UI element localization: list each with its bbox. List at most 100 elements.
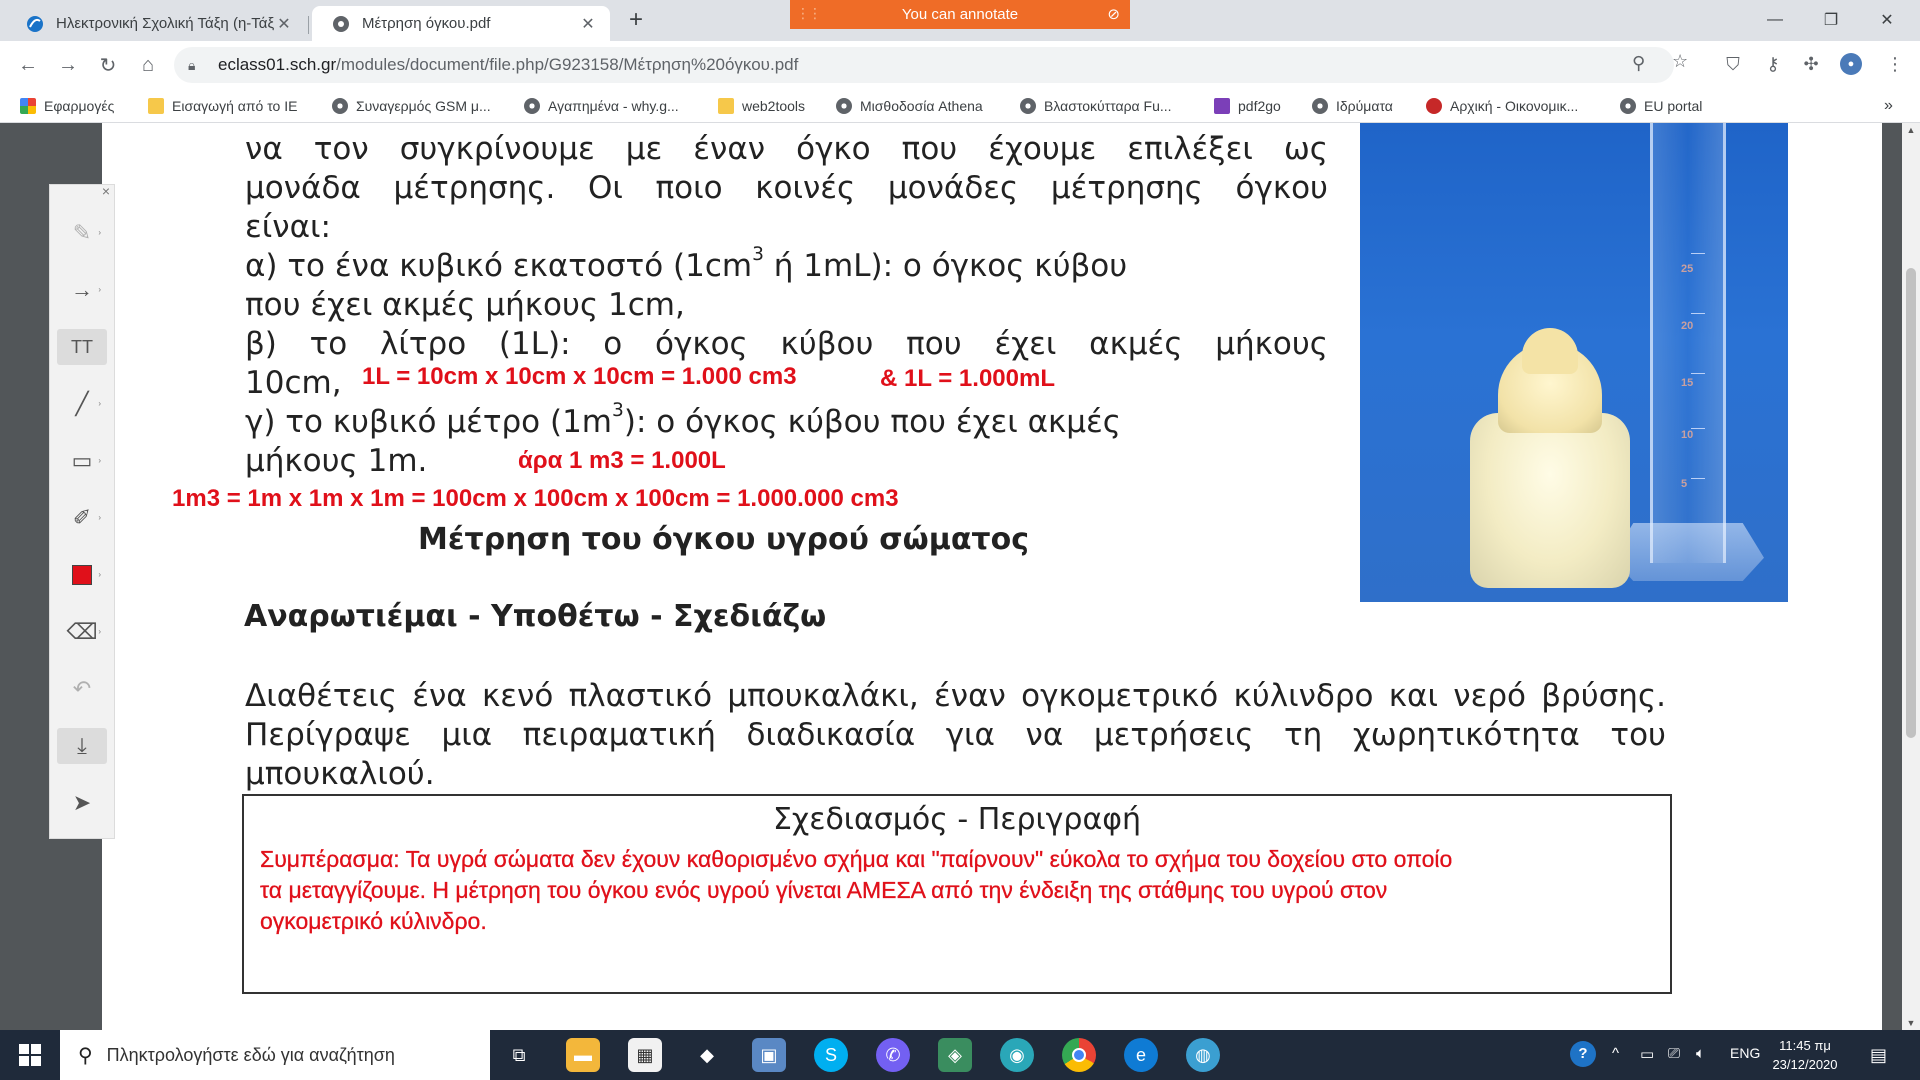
back-arrow-icon[interactable]: ←	[14, 51, 42, 79]
globe-icon	[524, 98, 540, 114]
hide-eye-icon[interactable]: ⊘	[1107, 5, 1120, 23]
home-icon[interactable]: ⌂	[134, 51, 162, 79]
undo-icon[interactable]: ↶	[57, 671, 107, 707]
new-tab-button[interactable]: +	[622, 7, 650, 35]
start-button[interactable]	[0, 1030, 60, 1080]
vertical-scrollbar[interactable]: ▲ ▼	[1902, 123, 1920, 1030]
subheading: Αναρωτιέμαι - Υποθέτω - Σχεδιάζω	[244, 599, 827, 634]
globe-icon	[836, 98, 852, 114]
drag-handle-icon[interactable]: ⋮⋮	[796, 5, 822, 22]
bookmark-apps[interactable]: Εφαρμογές	[20, 96, 114, 116]
tab-close-icon[interactable]: ✕	[578, 14, 598, 34]
tab-close-icon[interactable]: ✕	[274, 14, 294, 34]
paragraph-line: Περίγραψε μια πειραματική διαδικασία για…	[245, 717, 1666, 753]
profile-avatar[interactable]: ●	[1840, 53, 1862, 75]
app-sphere-icon[interactable]: ◉	[1000, 1038, 1034, 1072]
file-explorer-icon[interactable]: ▬	[566, 1038, 600, 1072]
tab-title: Ηλεκτρονική Σχολική Τάξη (η-Τάξη)	[56, 15, 274, 32]
folder-icon	[718, 98, 734, 114]
lock-icon[interactable]: 🔒︎	[188, 57, 208, 74]
address-bar[interactable]: 🔒︎ eclass01.sch.gr/modules/document/file…	[174, 47, 1674, 83]
reload-icon[interactable]: ↻	[94, 51, 122, 79]
restore-button[interactable]: ❐	[1808, 0, 1854, 40]
annotation-conclusion-line[interactable]: Συμπέρασμα: Τα υγρά σώματα δεν έχουν καθ…	[260, 846, 1453, 873]
minimize-button[interactable]: —	[1752, 0, 1798, 40]
bookmark-web2tools[interactable]: web2tools	[718, 96, 805, 116]
dropbox-icon[interactable]: ◆	[690, 1038, 724, 1072]
folder-icon	[148, 98, 164, 114]
app-globe-icon[interactable]: ◍	[1186, 1038, 1220, 1072]
close-window-button[interactable]: ✕	[1864, 0, 1910, 40]
scroll-down-icon[interactable]: ▼	[1906, 1018, 1916, 1028]
network-icon[interactable]: ⎚	[1668, 1045, 1680, 1062]
arrow-icon[interactable]: → ›	[57, 272, 107, 308]
bookmark-idrymata[interactable]: Ιδρύματα	[1312, 96, 1393, 116]
annotation-conclusion-line[interactable]: τα μεταγγίζουμε. Η μέτρηση του όγκου ενό…	[260, 877, 1388, 904]
notifications-icon[interactable]: ▤	[1870, 1045, 1887, 1066]
skype-icon[interactable]: S	[814, 1038, 848, 1072]
save-icon[interactable]: ⤓	[57, 728, 107, 764]
doc-line: μονάδα μέτρησης. Οι ποιο κοινές μονάδες …	[245, 170, 1328, 206]
cylinder-mark: 25	[1681, 263, 1694, 275]
bookmarks-overflow[interactable]: »	[1884, 96, 1893, 116]
scroll-thumb[interactable]	[1906, 268, 1916, 738]
plastic-bottle	[1470, 413, 1630, 588]
volume-icon[interactable]: 🔈︎	[1696, 1045, 1705, 1062]
bookmark-athena[interactable]: Μισθοδοσία Athena	[836, 96, 983, 116]
tab-pdf[interactable]: Μέτρηση όγκου.pdf ✕	[312, 6, 610, 41]
palette-close-icon[interactable]: ×	[102, 183, 110, 199]
doc-line: 10cm,	[245, 365, 342, 401]
annotation-m3-liter[interactable]: άρα 1 m3 = 1.000L	[518, 447, 726, 475]
zoom-icon[interactable]: ⚲	[1632, 53, 1645, 74]
shield-extension-icon[interactable]: ⛉	[1722, 53, 1744, 75]
viber-icon[interactable]: ✆	[876, 1038, 910, 1072]
battery-icon[interactable]: ▭	[1640, 1045, 1654, 1063]
bookmark-pdf2go[interactable]: pdf2go	[1214, 96, 1281, 116]
key-extension-icon[interactable]: ⚷	[1762, 53, 1784, 75]
store-icon[interactable]: ▦	[628, 1038, 662, 1072]
annotation-liter-ml[interactable]: & 1L = 1.000mL	[880, 365, 1055, 393]
text-tool-icon[interactable]: TT	[57, 329, 107, 365]
bookmark-star-icon[interactable]: ☆	[1672, 51, 1688, 72]
line-icon[interactable]: ╱ ›	[57, 386, 107, 422]
bookmark-gsm[interactable]: Συναγερμός GSM μ...	[332, 96, 491, 116]
pdf-viewport[interactable]: να τον συγκρίνουμε με έναν όγκο που έχου…	[0, 123, 1920, 1030]
pen-icon[interactable]: ✐ ›	[57, 500, 107, 536]
color-swatch[interactable]: ›	[57, 557, 107, 593]
clock-time: 11:45 πμ	[1779, 1038, 1831, 1053]
language-indicator[interactable]: ENG	[1730, 1045, 1760, 1061]
bookmark-oikonomika[interactable]: Αρχική - Οικονομικ...	[1426, 96, 1578, 116]
taskbar-search[interactable]: ⚲ Πληκτρολογήστε εδώ για αναζήτηση	[60, 1030, 490, 1080]
network-folder-icon[interactable]: ▣	[752, 1038, 786, 1072]
globe-icon	[333, 15, 349, 32]
pdf2go-icon	[1214, 98, 1230, 114]
pointer-icon[interactable]: ➤	[57, 785, 107, 821]
edge-icon[interactable]: e	[1124, 1038, 1158, 1072]
bookmark-eu-portal[interactable]: EU portal	[1620, 96, 1702, 116]
help-icon[interactable]: ?	[1570, 1041, 1596, 1067]
extensions-puzzle-icon[interactable]: ✣	[1800, 53, 1822, 75]
doc-line: που έχει ακμές μήκους 1cm,	[245, 287, 685, 323]
task-view-icon[interactable]: ⧉	[502, 1038, 536, 1072]
highlighter-icon[interactable]: ✎ ›	[57, 215, 107, 251]
rectangle-icon[interactable]: ▭ ›	[57, 443, 107, 479]
description-box: Σχεδιασμός - Περιγραφή Συμπέρασμα: Τα υγ…	[242, 794, 1672, 994]
show-hidden-icons-icon[interactable]: ^	[1612, 1045, 1619, 1062]
bookmark-ie-import[interactable]: Εισαγωγή από το IE	[148, 96, 297, 116]
red-globe-icon	[1426, 98, 1442, 114]
app-shield-icon[interactable]: ◈	[938, 1038, 972, 1072]
bookmark-stemcells[interactable]: Βλαστοκύτταρα Fu...	[1020, 96, 1172, 116]
annotation-conclusion-line[interactable]: ογκομετρικό κύλινδρο.	[260, 908, 487, 935]
clock[interactable]: 11:45 πμ 23/12/2020	[1760, 1036, 1850, 1074]
scroll-up-icon[interactable]: ▲	[1906, 125, 1916, 135]
annotate-banner[interactable]: ⋮⋮ You can annotate ⊘	[790, 0, 1130, 29]
annotation-m3-equation[interactable]: 1m3 = 1m x 1m x 1m = 100cm x 100cm x 100…	[172, 485, 899, 513]
bookmark-why[interactable]: Αγαπημένα - why.g...	[524, 96, 679, 116]
eraser-icon[interactable]: ⌫ ›	[57, 614, 107, 650]
cylinder-mark: 5	[1681, 478, 1688, 490]
menu-kebab-icon[interactable]: ⋮	[1884, 53, 1906, 75]
forward-arrow-icon[interactable]: →	[54, 51, 82, 79]
annotation-liter-equation[interactable]: 1L = 10cm x 10cm x 10cm = 1.000 cm3	[362, 363, 797, 391]
chrome-icon[interactable]	[1062, 1038, 1096, 1072]
tab-eclass[interactable]: Ηλεκτρονική Σχολική Τάξη (η-Τάξη) ✕	[6, 6, 306, 41]
